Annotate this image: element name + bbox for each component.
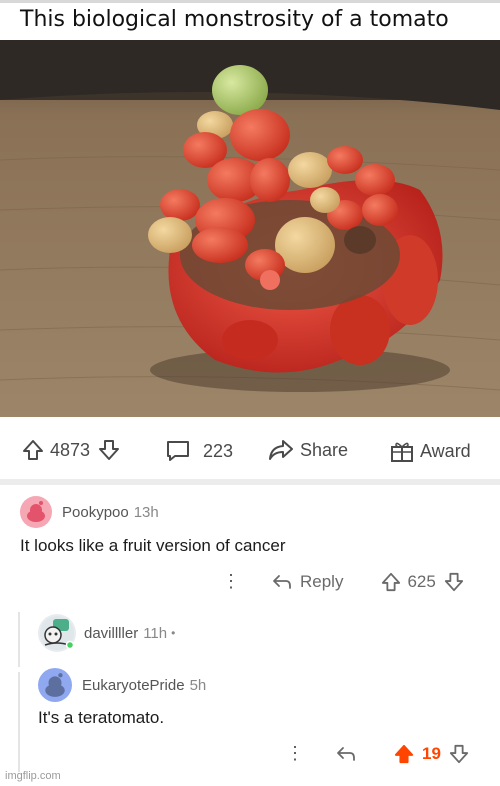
comment-header: Pookypoo 13h xyxy=(20,496,159,528)
post-action-bar: 4873 223 Share Award xyxy=(0,417,500,479)
custom-avatar-icon xyxy=(40,616,75,650)
downvote-icon[interactable] xyxy=(98,439,120,461)
avatar[interactable] xyxy=(38,614,76,652)
snoo-avatar-icon xyxy=(45,673,65,697)
share-button[interactable]: Share xyxy=(268,439,348,461)
comments-button[interactable]: 223 xyxy=(165,439,233,463)
more-options-icon[interactable]: ⋮ xyxy=(222,571,240,592)
tomato-photo xyxy=(0,40,500,417)
comment-time: 13h xyxy=(133,503,159,521)
comment-actions: ⋮ 19 xyxy=(286,743,469,764)
comment-body: It looks like a fruit version of cancer xyxy=(20,536,286,555)
comment-actions: ⋮ Reply 625 xyxy=(222,571,464,592)
comment-time: 5h xyxy=(189,676,207,694)
comment-score: 625 xyxy=(407,571,436,591)
snoo-avatar-icon xyxy=(27,501,45,522)
share-label: Share xyxy=(300,439,349,460)
imgflip-watermark: imgflip.com xyxy=(5,770,61,782)
upvoted-icon[interactable] xyxy=(394,744,414,764)
section-divider xyxy=(0,479,500,485)
upvote-icon[interactable] xyxy=(381,572,401,592)
share-arrow-icon xyxy=(269,440,293,460)
comment-bubble-icon xyxy=(167,441,189,461)
comment-score: 19 xyxy=(422,743,441,763)
downvote-icon[interactable] xyxy=(444,572,464,592)
comment-time: 11h xyxy=(143,624,168,642)
upvote-icon[interactable] xyxy=(22,439,44,461)
meta-separator: • xyxy=(171,626,176,640)
comment-body: It's a teratomato. xyxy=(38,708,165,727)
reply-icon[interactable] xyxy=(336,746,356,762)
comment-header: EukaryotePride 5h xyxy=(38,668,206,702)
post-image[interactable] xyxy=(0,40,500,417)
reply-button[interactable]: Reply xyxy=(300,572,343,592)
post-title: This biological monstrosity of a tomato xyxy=(20,7,449,32)
comment-username[interactable]: Pookypoo xyxy=(62,504,129,521)
comment-header: davillller 11h • xyxy=(38,614,175,652)
thread-line[interactable] xyxy=(18,672,20,772)
reply-icon[interactable] xyxy=(272,574,292,590)
vote-group: 4873 xyxy=(22,439,120,461)
avatar[interactable] xyxy=(20,496,52,528)
avatar[interactable] xyxy=(38,668,72,702)
thread-line[interactable] xyxy=(18,612,20,667)
post-score: 4873 xyxy=(50,439,91,460)
comment-count: 223 xyxy=(203,440,234,461)
post-title-bar: This biological monstrosity of a tomato xyxy=(0,0,500,40)
comment-username[interactable]: davillller xyxy=(84,625,138,642)
more-options-icon[interactable]: ⋮ xyxy=(286,743,304,764)
comment-username[interactable]: EukaryotePride xyxy=(82,677,185,694)
gift-icon xyxy=(391,442,413,462)
award-button[interactable]: Award xyxy=(390,439,471,463)
award-label: Award xyxy=(420,440,471,461)
downvote-icon[interactable] xyxy=(449,744,469,764)
